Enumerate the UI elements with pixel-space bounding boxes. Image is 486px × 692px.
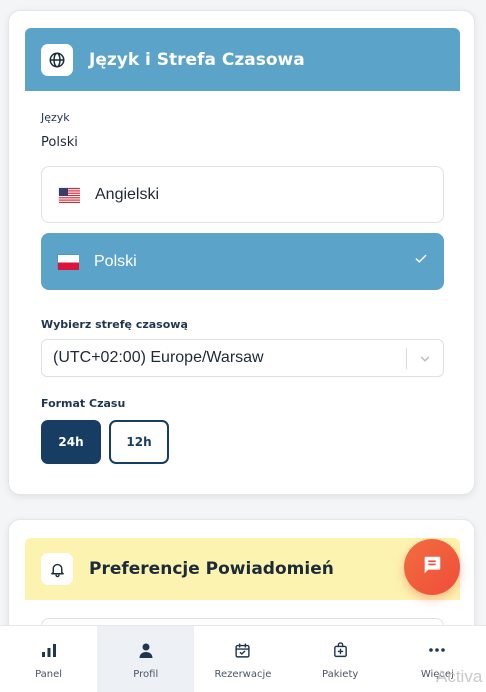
checkmark-icon [414, 252, 428, 271]
language-option-polish[interactable]: Polski [41, 233, 444, 290]
timezone-value: (UTC+02:00) Europe/Warsaw [53, 349, 264, 366]
settings-page: Język i Strefa Czasowa Język Polski Angi… [0, 0, 486, 692]
time-format-label: Format Czasu [41, 397, 126, 410]
activation-watermark: Activa [436, 667, 483, 686]
globe-icon [41, 43, 73, 76]
bar-chart-icon [41, 641, 57, 659]
time-format-12h-button[interactable]: 12h [109, 420, 169, 464]
pl-flag-icon [57, 254, 79, 270]
time-format-24h-button[interactable]: 24h [41, 420, 101, 464]
current-language-value: Polski [41, 135, 78, 150]
more-icon [429, 641, 446, 659]
language-card-header: Język i Strefa Czasowa [25, 28, 460, 91]
nav-item-reservations[interactable]: Rezerwacje [194, 626, 291, 692]
nav-label: Profil [133, 669, 159, 680]
notifications-card-header: Preferencje Powiadomień [25, 538, 460, 600]
chevron-down-icon[interactable] [418, 352, 432, 371]
user-icon [139, 641, 153, 659]
timezone-select[interactable]: (UTC+02:00) Europe/Warsaw [41, 339, 444, 377]
calendar-check-icon [234, 641, 251, 659]
bell-icon [41, 553, 73, 585]
nav-item-packages[interactable]: Pakiety [292, 626, 389, 692]
language-option-english[interactable]: Angielski [41, 166, 444, 223]
chat-icon [421, 554, 443, 580]
nav-label: Pakiety [322, 669, 359, 680]
nav-item-profile[interactable]: Profil [97, 626, 195, 692]
language-option-label: Polski [94, 252, 137, 270]
us-flag-icon [58, 187, 80, 203]
timezone-label: Wybierz strefę czasową [41, 318, 188, 331]
nav-label: Rezerwacje [214, 669, 272, 680]
select-divider [406, 348, 407, 369]
nav-label: Panel [35, 669, 63, 680]
language-card-title: Język i Strefa Czasowa [89, 49, 305, 70]
bottom-navigation: Panel Profil Rezerwacje Pakiety Więcej [0, 625, 486, 692]
language-option-label: Angielski [95, 185, 160, 203]
language-timezone-card: Język i Strefa Czasowa Język Polski Angi… [8, 10, 475, 495]
chat-button[interactable] [404, 539, 460, 595]
nav-item-panel[interactable]: Panel [0, 626, 97, 692]
package-plus-icon [332, 641, 349, 659]
language-label: Język [41, 111, 70, 124]
notifications-card-title: Preferencje Powiadomień [89, 559, 334, 579]
